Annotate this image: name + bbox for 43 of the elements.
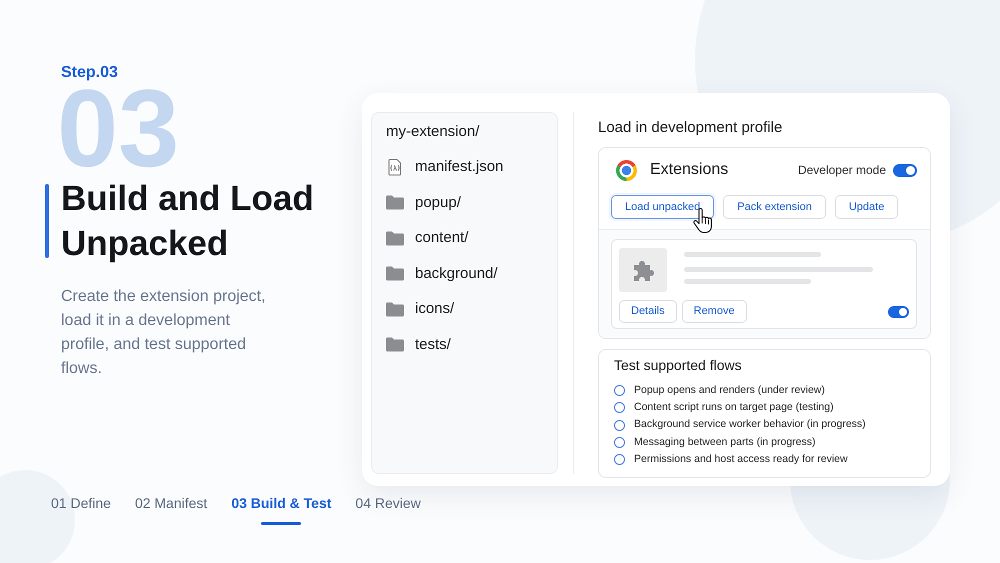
flow-item-label: Permissions and host access ready for review: [634, 452, 848, 467]
browser-logo-icon: [616, 160, 637, 180]
step-tab[interactable]: 04 Review: [355, 494, 421, 525]
slide-description: Create the extension project, load it in a development profile, and test supported flows.: [61, 287, 267, 379]
file-tree-item[interactable]: icons/: [386, 292, 547, 327]
flow-item-label: Background service worker behavior (in progress): [634, 417, 866, 432]
flow-item-label: Content script runs on target page (testing): [634, 400, 834, 416]
code-file-icon: [386, 158, 404, 176]
radio-button[interactable]: [614, 454, 625, 466]
file-tree-item[interactable]: tests/: [386, 327, 547, 362]
radio-button[interactable]: [614, 437, 625, 448]
developer-mode-label: Developer mode: [798, 162, 886, 179]
folder-icon: [386, 195, 404, 210]
extension-enable-toggle[interactable]: [888, 306, 909, 318]
folder-icon: [386, 302, 404, 317]
toolbar-button[interactable]: Update: [834, 195, 898, 219]
panel-title: Extensions: [650, 160, 728, 180]
file-tree-item[interactable]: popup/: [386, 185, 547, 220]
developer-mode-toggle[interactable]: [893, 164, 917, 176]
extension-action-button[interactable]: Details: [619, 300, 677, 323]
step-tab[interactable]: 02 Manifest: [134, 494, 208, 525]
folder-icon: [386, 230, 404, 246]
flow-item-label: Messaging between parts (in progress): [634, 434, 816, 450]
radio-button[interactable]: [614, 420, 625, 431]
step-tab[interactable]: 01 Define: [51, 494, 111, 525]
card-title: Test supported flows: [614, 356, 743, 374]
radio-button[interactable]: [614, 402, 625, 414]
folder-icon: [386, 266, 404, 282]
step-tab[interactable]: 03 Build & Test: [231, 494, 332, 525]
radio-button[interactable]: [614, 385, 625, 396]
step-label: Step.03: [61, 63, 119, 83]
file-tree-item[interactable]: manifest.json: [386, 150, 547, 185]
section-heading: Load in development profile: [598, 118, 784, 138]
extension-action-button[interactable]: Remove: [682, 300, 747, 323]
puzzle-piece-icon: [619, 248, 667, 292]
root-folder-name: my-extension/: [386, 122, 480, 142]
file-tree-item[interactable]: content/: [386, 220, 547, 256]
slide-title: Build and Load Unpacked: [61, 178, 315, 265]
toolbar-button[interactable]: Pack extension: [723, 195, 826, 219]
folder-icon: [386, 337, 404, 352]
toolbar-button[interactable]: Load unpacked: [611, 195, 714, 219]
flow-item-label: Popup opens and renders (under review): [634, 382, 825, 398]
file-tree-item[interactable]: background/: [386, 256, 547, 292]
